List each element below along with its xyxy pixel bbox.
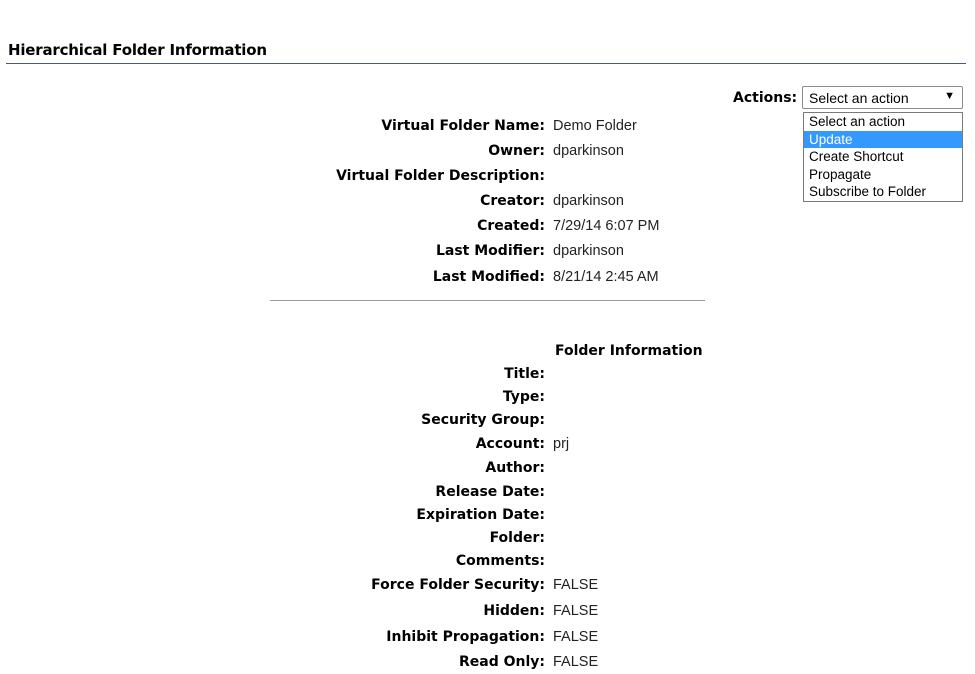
actions-label: Actions:: [733, 90, 798, 106]
field-row: Expiration Date:: [0, 507, 975, 527]
field-label: Virtual Folder Name:: [381, 118, 545, 134]
field-row: Force Folder Security: FALSE: [0, 577, 975, 597]
field-value: dparkinson: [553, 243, 624, 259]
field-row: Last Modified: 8/21/14 2:45 AM: [0, 269, 975, 289]
section-divider: [270, 300, 705, 301]
field-value: FALSE: [553, 577, 599, 593]
field-row: Title:: [0, 366, 975, 386]
field-value: dparkinson: [553, 143, 624, 159]
field-value: prj: [553, 436, 570, 452]
page-title: Hierarchical Folder Information: [8, 41, 267, 59]
field-row: Creator: dparkinson: [0, 193, 975, 213]
field-label: Security Group:: [421, 412, 545, 428]
title-divider: [6, 63, 966, 64]
field-value: FALSE: [553, 654, 599, 670]
field-row: Virtual Folder Name: Demo Folder: [0, 118, 975, 138]
field-label: Force Folder Security:: [371, 577, 545, 593]
field-row: Virtual Folder Description:: [0, 168, 975, 188]
field-label: Hidden:: [483, 603, 545, 619]
field-label: Creator:: [480, 193, 545, 209]
field-row: Comments:: [0, 553, 975, 573]
field-value: 8/21/14 2:45 AM: [553, 269, 659, 285]
field-row: Account: prj: [0, 436, 975, 456]
field-label: Title:: [504, 366, 545, 382]
field-row: Read Only: FALSE: [0, 654, 975, 674]
field-row: Owner: dparkinson: [0, 143, 975, 163]
actions-selected-value: Select an action: [809, 90, 909, 106]
field-row: Release Date:: [0, 484, 975, 504]
field-label: Virtual Folder Description:: [336, 168, 545, 184]
field-row: Inhibit Propagation: FALSE: [0, 629, 975, 649]
field-row: Type:: [0, 389, 975, 409]
field-row: Last Modifier: dparkinson: [0, 243, 975, 263]
field-row: Folder:: [0, 530, 975, 550]
field-row: Hidden: FALSE: [0, 603, 975, 623]
field-label: Owner:: [488, 143, 545, 159]
field-row: Author:: [0, 460, 975, 480]
field-label: Account:: [475, 436, 545, 452]
field-row: Created: 7/29/14 6:07 PM: [0, 218, 975, 238]
field-label: Last Modified:: [432, 269, 545, 285]
actions-select[interactable]: Select an action ▼: [802, 86, 963, 109]
field-value: FALSE: [553, 603, 599, 619]
field-label: Comments:: [455, 553, 545, 569]
field-label: Folder:: [489, 530, 545, 546]
field-value: FALSE: [553, 629, 599, 645]
field-row: Security Group:: [0, 412, 975, 432]
field-label: Created:: [477, 218, 545, 234]
field-label: Release Date:: [435, 484, 545, 500]
dropdown-arrow-icon: ▼: [944, 90, 955, 102]
field-label: Inhibit Propagation:: [386, 629, 545, 645]
field-label: Last Modifier:: [435, 243, 545, 259]
field-label: Type:: [502, 389, 545, 405]
field-label: Expiration Date:: [416, 507, 545, 523]
field-value: 7/29/14 6:07 PM: [553, 218, 660, 234]
folder-information-header: Folder Information: [555, 343, 703, 359]
field-value: Demo Folder: [553, 118, 637, 134]
field-label: Author:: [485, 460, 545, 476]
field-label: Read Only:: [458, 654, 545, 670]
field-value: dparkinson: [553, 193, 624, 209]
